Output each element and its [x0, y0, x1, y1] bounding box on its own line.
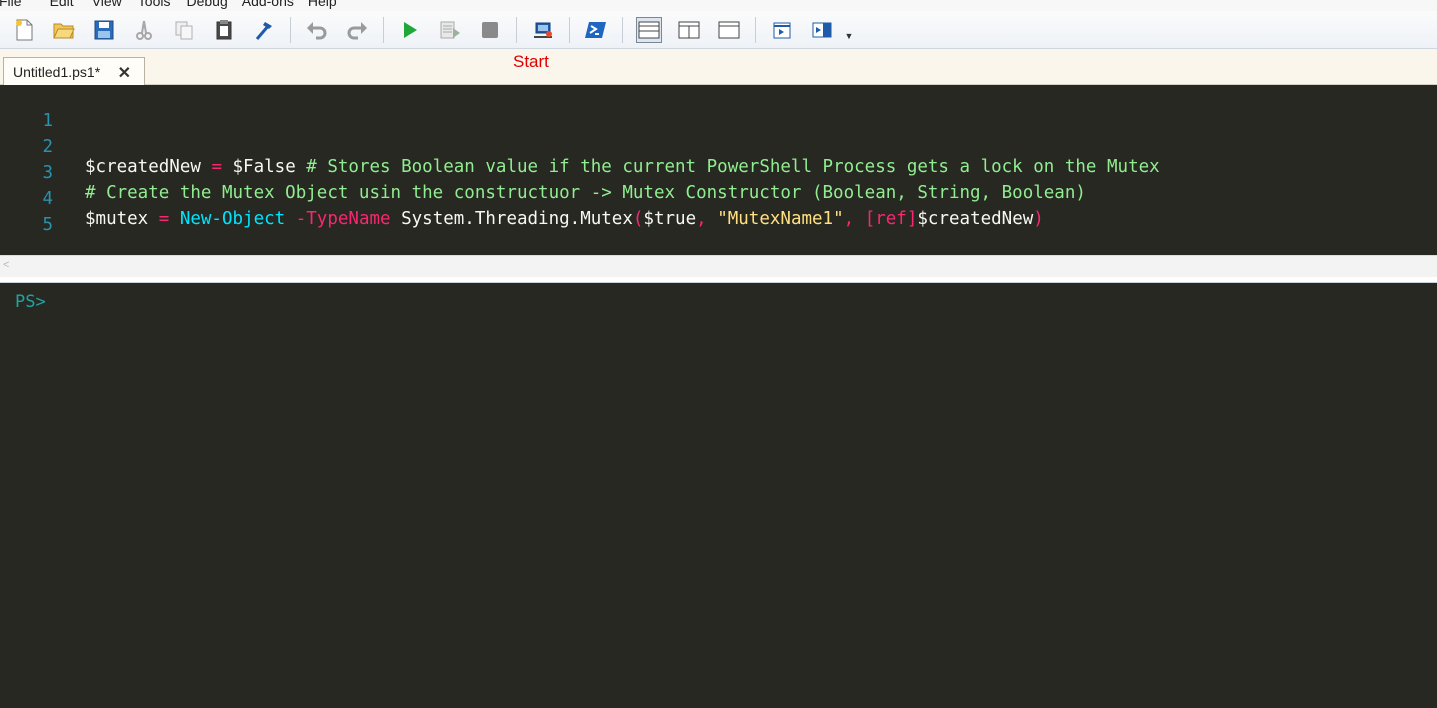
- toolbar-overflow-icon[interactable]: ▼: [842, 17, 856, 43]
- console-prompt: PS>: [15, 292, 46, 312]
- script-tab-strip: Untitled1.ps1* ✕: [0, 49, 1437, 85]
- menu-edit[interactable]: Edit: [50, 0, 84, 9]
- menu-addons[interactable]: Add-ons: [242, 0, 304, 9]
- toolbar: ▼: [0, 11, 1437, 49]
- code-line-4: 4 $mutex = New-Object -TypeName System.T…: [0, 169, 1437, 229]
- undo-icon[interactable]: [304, 17, 330, 43]
- code-line-3: 3 # Create the Mutex Object usin the con…: [0, 143, 1437, 203]
- copy-icon[interactable]: [171, 17, 197, 43]
- new-remote-tab-icon[interactable]: [530, 17, 556, 43]
- menu-help[interactable]: Help: [308, 0, 347, 9]
- menu-view[interactable]: View: [92, 0, 132, 9]
- menu-file[interactable]: File: [0, 0, 32, 9]
- menu-debug[interactable]: Debug: [186, 0, 237, 9]
- show-command-window-icon[interactable]: [769, 17, 795, 43]
- editor-horizontal-scrollbar[interactable]: <: [0, 255, 1437, 277]
- toolbar-separator: [290, 16, 291, 43]
- toolbar-separator: [622, 16, 623, 43]
- code-line-5: 5: [0, 195, 1437, 235]
- menu-tools[interactable]: Tools: [138, 0, 181, 9]
- show-script-max-icon[interactable]: [716, 17, 742, 43]
- run-script-icon[interactable]: [397, 17, 423, 43]
- menu-bar: File Edit View Tools Debug Add-ons Help: [0, 0, 1437, 11]
- open-icon[interactable]: [51, 17, 77, 43]
- close-icon[interactable]: ✕: [118, 63, 131, 83]
- run-selection-icon[interactable]: [437, 17, 463, 43]
- redo-icon[interactable]: [344, 17, 370, 43]
- save-icon[interactable]: [91, 17, 117, 43]
- tab-untitled1[interactable]: Untitled1.ps1* ✕: [3, 57, 145, 85]
- start-powershell-icon[interactable]: [583, 17, 609, 43]
- toolbar-separator: [569, 16, 570, 43]
- toolbar-separator: [383, 16, 384, 43]
- show-command-addon-icon[interactable]: [809, 17, 835, 43]
- start-annotation: Start: [513, 52, 549, 71]
- scroll-left-icon[interactable]: <: [3, 259, 9, 271]
- paste-icon[interactable]: [211, 17, 237, 43]
- clear-console-icon[interactable]: [251, 17, 277, 43]
- pane-splitter[interactable]: [0, 277, 1437, 283]
- line-number: 5: [42, 215, 53, 235]
- cut-icon[interactable]: [131, 17, 157, 43]
- code-line-1: 1: [0, 91, 1437, 131]
- toolbar-separator: [516, 16, 517, 43]
- stop-icon[interactable]: [477, 17, 503, 43]
- show-script-right-icon[interactable]: [676, 17, 702, 43]
- toolbar-separator: [755, 16, 756, 43]
- show-script-top-icon[interactable]: [636, 16, 662, 43]
- new-icon[interactable]: [11, 17, 37, 43]
- code-line-2: 2 $createdNew = $False # Stores Boolean …: [0, 117, 1437, 177]
- console-pane[interactable]: PS>: [0, 284, 1437, 708]
- tab-label: Untitled1.ps1*: [13, 63, 101, 80]
- script-editor[interactable]: 1 2 $createdNew = $False # Stores Boolea…: [0, 85, 1437, 255]
